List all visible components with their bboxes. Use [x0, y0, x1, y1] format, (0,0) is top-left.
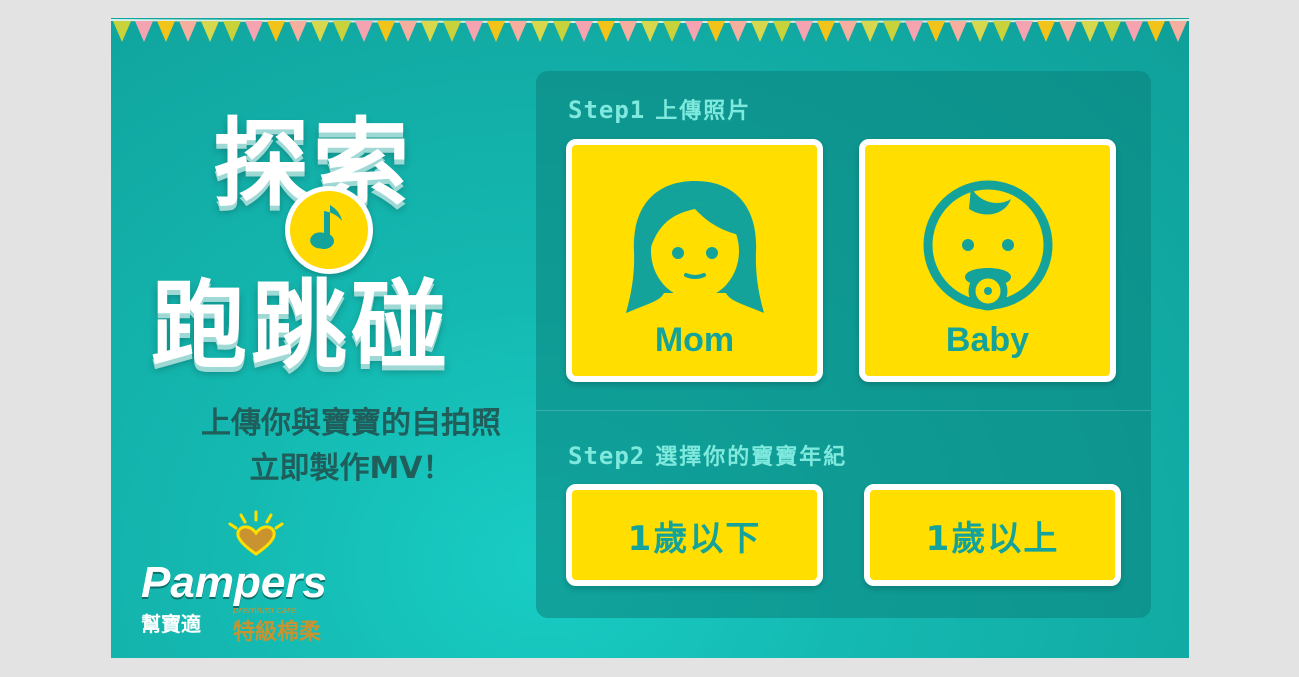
bunting-flag [1081, 21, 1099, 42]
bunting-flag [267, 21, 285, 42]
bunting-flag [905, 21, 923, 42]
bunting-flag [135, 21, 153, 42]
bunting-flag [971, 21, 989, 42]
campaign-title: 探索 跑跳碰 [151, 78, 551, 398]
bunting-flag [333, 21, 351, 42]
bunting-flag [465, 21, 483, 42]
mom-face-icon [625, 181, 764, 313]
mom-label: Mom [654, 321, 735, 359]
age-under-1-button[interactable]: 1歲以下 [566, 484, 823, 586]
bunting-flag [751, 21, 769, 42]
bunting-flag [1059, 21, 1077, 42]
tagline-line-1: 上傳你與寶寶的自拍照 [201, 406, 501, 441]
bunting-flag [487, 21, 505, 42]
bunting-flag [1147, 21, 1165, 42]
baby-face-icon [923, 180, 1052, 311]
bunting-decoration [111, 19, 1189, 42]
bunting-flag [157, 21, 175, 42]
bunting-flag [311, 21, 329, 42]
panel-divider [536, 410, 1151, 411]
step2-heading: Step2 選擇你的寶寶年紀 [568, 439, 847, 471]
bunting-flag [399, 21, 417, 42]
bunting-flag [531, 21, 549, 42]
campaign-stage: 探索 跑跳碰 上傳你與寶寶的自拍照 立即製作MV！ Pampers premiu… [111, 18, 1189, 658]
title-line-2: 跑跳碰 [151, 270, 451, 382]
brand-chinese-name: 幫寶適 [141, 612, 201, 636]
brand-product-line: 特級棉柔 [233, 620, 322, 645]
bunting-flag [443, 21, 461, 42]
steps-panel: Step1 上傳照片 Mom Baby Step2 選擇你的寶寶年紀 1歲以下 … [536, 71, 1151, 618]
bunting-flag [113, 21, 131, 42]
bunting-flag [355, 21, 373, 42]
bunting-flag [861, 21, 879, 42]
bunting-flag [1037, 21, 1055, 42]
tagline-line-2: 立即製作MV！ [249, 451, 453, 486]
bunting-flag [1125, 21, 1143, 42]
brand-name: Pampers [141, 558, 327, 607]
bunting-flag [377, 21, 395, 42]
bunting-flag [1103, 21, 1121, 42]
heart-logo-icon [228, 510, 284, 556]
bunting-flag [223, 21, 241, 42]
bunting-flag [641, 21, 659, 42]
bunting-flag [993, 21, 1011, 42]
bunting-flag [773, 21, 791, 42]
age-over-1-button[interactable]: 1歲以上 [864, 484, 1121, 586]
bunting-flag [707, 21, 725, 42]
bunting-flag [201, 21, 219, 42]
step1-label: Step1 [568, 96, 646, 124]
bunting-flag [663, 21, 681, 42]
bunting-flag [927, 21, 945, 42]
bunting-flag [729, 21, 747, 42]
bunting-flag [179, 21, 197, 42]
bunting-flag [575, 21, 593, 42]
bunting-flag [245, 21, 263, 42]
bunting-flag [421, 21, 439, 42]
bunting-flag [1015, 21, 1033, 42]
baby-label: Baby [945, 321, 1030, 359]
step1-heading: Step1 上傳照片 [568, 93, 751, 125]
step2-label: Step2 [568, 442, 646, 470]
upload-mom-button[interactable]: Mom [566, 139, 823, 382]
bunting-flag [817, 21, 835, 42]
bunting-flag [883, 21, 901, 42]
bunting-flag [509, 21, 527, 42]
bunting-flag [1169, 21, 1187, 42]
upload-baby-button[interactable]: Baby [859, 139, 1116, 382]
pampers-logo: Pampers premium care 幫寶適 特級棉柔 [141, 508, 341, 648]
bunting-flag [795, 21, 813, 42]
bunting-flag [619, 21, 637, 42]
bunting-flag [597, 21, 615, 42]
bunting-flag [553, 21, 571, 42]
bunting-flag [949, 21, 967, 42]
bunting-flag [839, 21, 857, 42]
step2-description: 選擇你的寶寶年紀 [655, 445, 848, 470]
step1-description: 上傳照片 [655, 99, 752, 124]
bunting-flag [685, 21, 703, 42]
bunting-flag [289, 21, 307, 42]
